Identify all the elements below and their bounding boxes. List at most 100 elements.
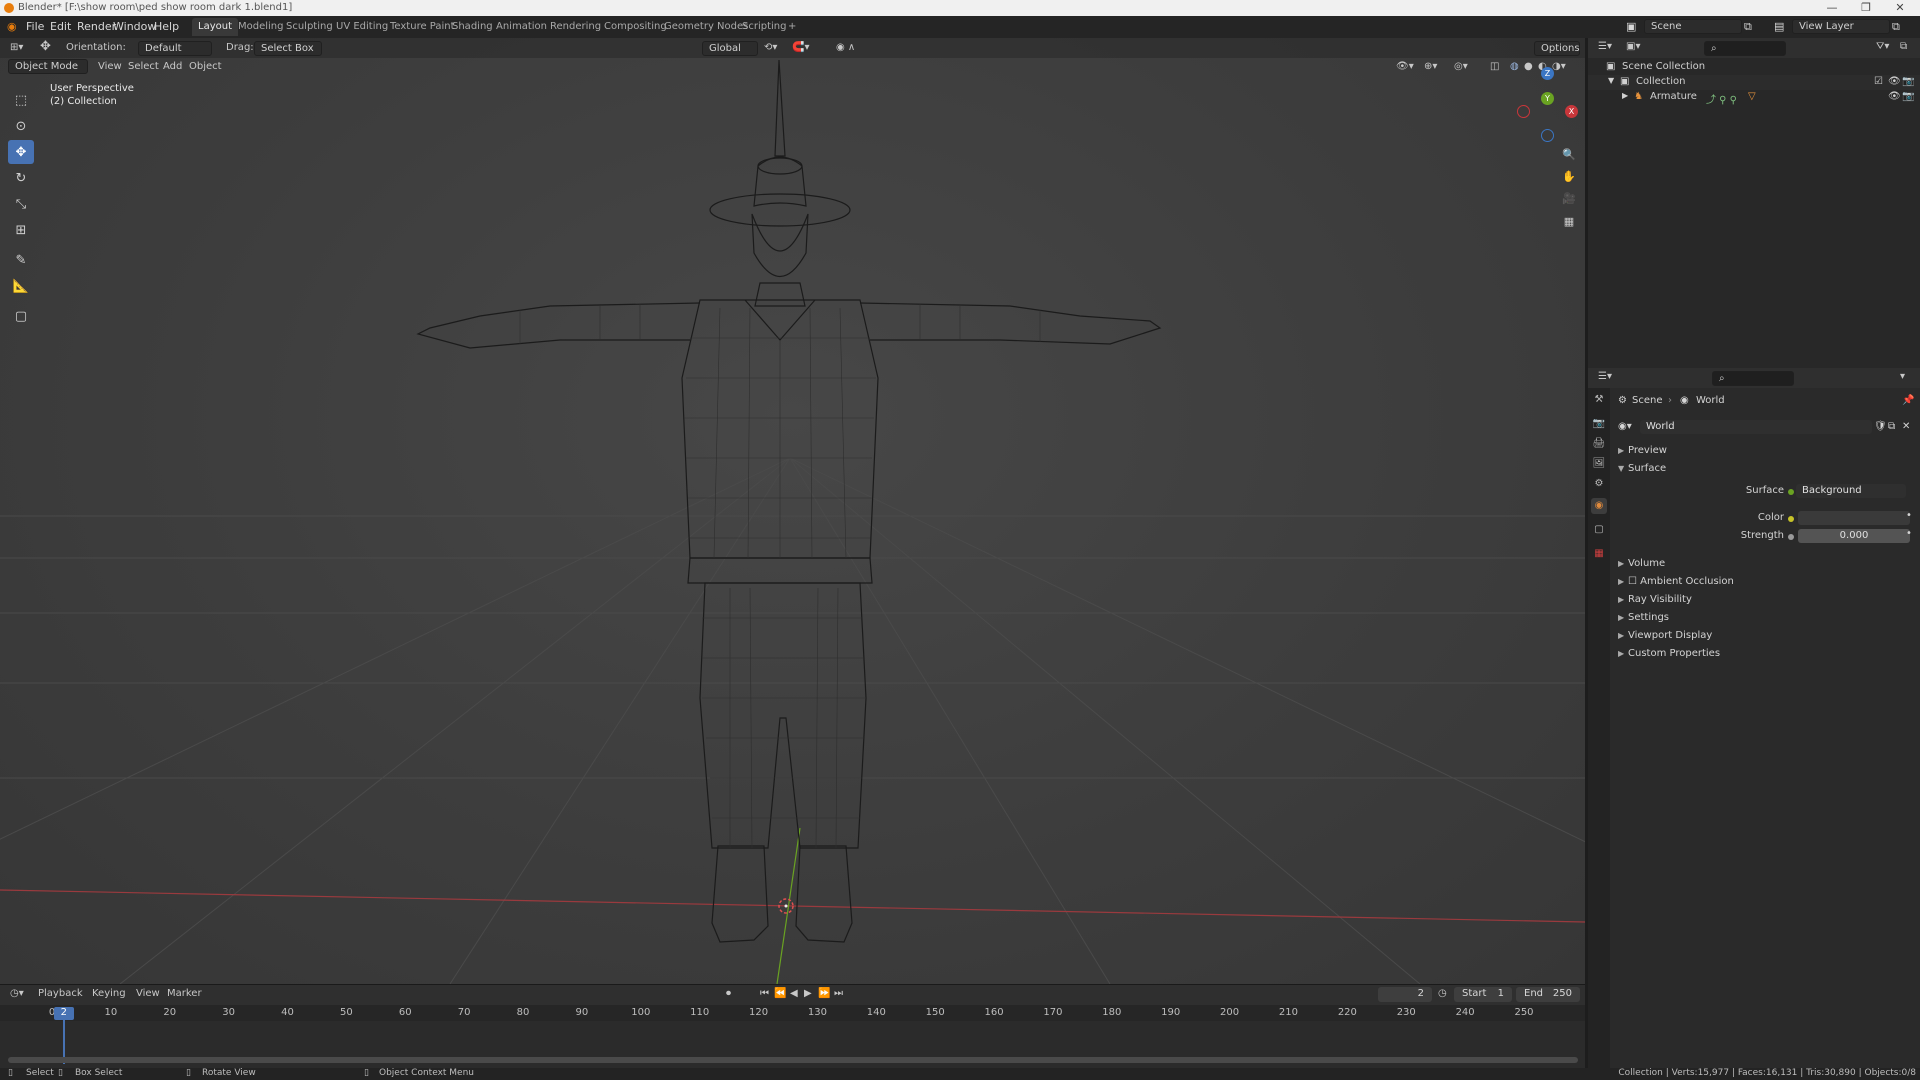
menu-help[interactable]: Help: [154, 20, 179, 33]
pin-icon[interactable]: 📌: [1902, 395, 1914, 406]
drag-dropdown[interactable]: Select Box: [254, 41, 322, 56]
orientation-dropdown[interactable]: Default: [138, 41, 212, 56]
ambient-occlusion-checkbox[interactable]: ☐: [1628, 576, 1640, 587]
gizmo-x-axis[interactable]: X: [1565, 105, 1578, 118]
add-workspace-button[interactable]: +: [782, 18, 802, 36]
outliner-search-input[interactable]: ⌕: [1704, 41, 1786, 56]
camera-view-icon[interactable]: 🎥: [1560, 190, 1578, 208]
outliner-editor-type-icon[interactable]: ☰▾: [1598, 41, 1612, 52]
section-ray-visibility[interactable]: ▶ Ray Visibility: [1618, 594, 1692, 605]
visibility-icon[interactable]: 👁▾: [1396, 61, 1414, 72]
armature-visibility-eye-icon[interactable]: 👁: [1888, 91, 1901, 102]
overlay-toggle-icon[interactable]: ◎▾: [1454, 61, 1468, 72]
new-scene-icon[interactable]: ⧉: [1744, 20, 1752, 34]
timeline-ruler[interactable]: 0 10 20 30 40 50 60 70 80 90 100 110 120 130 140 150 160…: [0, 1005, 1585, 1021]
playhead-frame-label[interactable]: 2: [53, 1007, 74, 1020]
start-frame-field[interactable]: Start 1: [1454, 987, 1512, 1002]
section-volume[interactable]: ▶ Volume: [1618, 558, 1665, 569]
menu-view[interactable]: View: [98, 61, 122, 72]
ortho-toggle-icon[interactable]: ▦: [1560, 213, 1578, 231]
expand-collection-icon[interactable]: ▼: [1608, 76, 1614, 85]
jump-end-icon[interactable]: ⏭: [834, 988, 843, 999]
display-mode-icon[interactable]: ▣▾: [1626, 41, 1640, 52]
scene-selector-icon[interactable]: ▣: [1626, 20, 1636, 33]
outliner-row-collection[interactable]: ▼ ▣ Collection ☑ 👁 📷: [1588, 75, 1920, 90]
duplicate-world-icon[interactable]: ⧉: [1888, 421, 1895, 432]
tool-tab-icon[interactable]: ⚒: [1591, 392, 1607, 408]
rendered-shading-icon[interactable]: ◑▾: [1552, 61, 1566, 72]
menu-window[interactable]: Window: [113, 20, 156, 33]
scene-selector[interactable]: Scene: [1644, 19, 1742, 34]
gizmo-toggle-icon[interactable]: ⊕▾: [1424, 61, 1437, 72]
next-keyframe-icon[interactable]: ⏩: [818, 988, 830, 999]
minimize-icon[interactable]: —: [1822, 1, 1842, 14]
strength-field[interactable]: 0.000: [1798, 529, 1910, 543]
prev-keyframe-icon[interactable]: ⏪: [774, 988, 786, 999]
rotate-tool-icon[interactable]: ↻: [8, 166, 34, 190]
properties-editor-type-icon[interactable]: ☰▾: [1598, 371, 1612, 382]
view-layer-icon[interactable]: ▤: [1774, 20, 1784, 33]
gizmo-neg-x[interactable]: [1517, 105, 1530, 118]
filter-icon[interactable]: ⛛▾: [1876, 41, 1889, 52]
gizmo-y-axis[interactable]: Y: [1541, 92, 1554, 105]
timeline-track-area[interactable]: [0, 1021, 1585, 1061]
transform-orientation-dropdown[interactable]: Global: [702, 41, 758, 56]
color-swatch[interactable]: [1798, 511, 1910, 525]
section-ambient-occlusion[interactable]: ▶ ☐ Ambient Occlusion: [1618, 576, 1734, 587]
collection-tab-icon[interactable]: ▢: [1591, 522, 1607, 538]
editor-type-icon[interactable]: ⊞▾: [10, 42, 23, 53]
transform-pivot-icon[interactable]: ✥: [40, 39, 51, 54]
armature-render-camera-icon[interactable]: 📷: [1902, 91, 1914, 102]
current-frame-field[interactable]: 2: [1378, 987, 1432, 1002]
preview-range-icon[interactable]: ◷: [1438, 988, 1447, 999]
outliner-row-scene-collection[interactable]: ▣ Scene Collection: [1588, 60, 1920, 75]
wireframe-shading-icon[interactable]: ◍: [1510, 61, 1519, 72]
close-icon[interactable]: ✕: [1890, 1, 1910, 14]
section-surface[interactable]: ▼ Surface: [1618, 463, 1666, 474]
properties-options-icon[interactable]: ▾: [1900, 371, 1905, 382]
new-view-layer-icon[interactable]: ⧉: [1892, 20, 1900, 34]
scene-tab-icon[interactable]: ⚙: [1591, 476, 1607, 492]
exclude-checkbox[interactable]: ☑: [1874, 76, 1883, 87]
xray-toggle-icon[interactable]: ◫: [1490, 61, 1499, 72]
record-icon[interactable]: ⏺: [726, 988, 731, 999]
measure-tool-icon[interactable]: 📐: [8, 274, 34, 298]
timeline-editor-type-icon[interactable]: ◷▾: [10, 988, 24, 999]
scale-tool-icon[interactable]: ⤡: [8, 192, 34, 216]
section-settings[interactable]: ▶ Settings: [1618, 612, 1669, 623]
fake-user-icon[interactable]: 🛡: [1874, 421, 1887, 432]
cursor-tool-icon[interactable]: ⊙: [8, 114, 34, 138]
play-reverse-icon[interactable]: ◀: [790, 988, 798, 999]
snap-icon[interactable]: 🧲▾: [792, 42, 809, 53]
color-keyframe-dot[interactable]: •: [1906, 510, 1912, 521]
menu-keying[interactable]: Keying: [92, 988, 126, 999]
menu-object[interactable]: Object: [189, 61, 222, 72]
menu-add[interactable]: Add: [163, 61, 182, 72]
move-tool-icon[interactable]: ✥: [8, 140, 34, 164]
texture-tab-icon[interactable]: ▦: [1591, 546, 1607, 562]
gizmo-z-axis[interactable]: Z: [1541, 67, 1554, 80]
play-icon[interactable]: ▶: [804, 988, 812, 999]
strength-keyframe-dot[interactable]: •: [1906, 528, 1912, 539]
view-layer-tab-icon[interactable]: 🖼: [1591, 456, 1607, 472]
section-preview[interactable]: ▶ Preview: [1618, 445, 1667, 456]
menu-select[interactable]: Select: [128, 61, 159, 72]
world-datablock-icon[interactable]: ◉▾: [1618, 421, 1632, 432]
3d-viewport[interactable]: ⊞▾ ✥ Orientation: Default Drag: Select B…: [0, 38, 1585, 984]
select-box-tool-icon[interactable]: ⬚: [8, 88, 34, 112]
transform-tool-icon[interactable]: ⊞: [8, 218, 34, 242]
outliner-row-armature[interactable]: ▶ ♞ Armature ⤴ ⚲ ⚲ ▽ 👁 📷: [1588, 90, 1920, 106]
blender-menu-icon[interactable]: ◉: [7, 20, 17, 33]
unlink-world-icon[interactable]: ✕: [1902, 421, 1910, 432]
surface-shader-field[interactable]: Background: [1796, 484, 1906, 498]
mode-dropdown[interactable]: Object Mode: [8, 59, 88, 74]
render-camera-icon[interactable]: 📷: [1902, 76, 1914, 87]
output-tab-icon[interactable]: 🖨: [1591, 436, 1607, 452]
menu-marker[interactable]: Marker: [167, 988, 202, 999]
solid-shading-icon[interactable]: ●: [1524, 61, 1533, 72]
zoom-icon[interactable]: 🔍: [1560, 146, 1578, 164]
section-viewport-display[interactable]: ▶ Viewport Display: [1618, 630, 1712, 641]
menu-playback[interactable]: Playback: [38, 988, 83, 999]
jump-start-icon[interactable]: ⏮: [760, 988, 769, 999]
section-custom-properties[interactable]: ▶ Custom Properties: [1618, 648, 1720, 659]
